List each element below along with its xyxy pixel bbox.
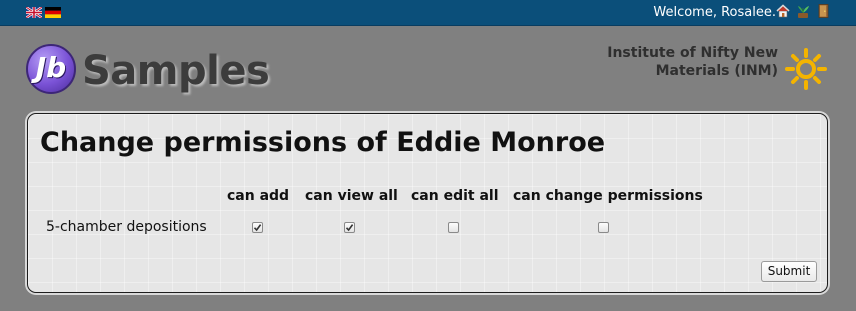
can-change-permissions-checkbox[interactable] bbox=[598, 222, 609, 233]
german-flag-icon[interactable] bbox=[45, 7, 61, 18]
column-header-can-edit-all: can edit all bbox=[411, 188, 499, 204]
sun-icon bbox=[785, 48, 827, 90]
top-bar: Welcome, Rosalee. bbox=[0, 0, 856, 26]
institute-name: Institute of Nifty New Materials (INM) bbox=[578, 44, 778, 80]
checkmark-icon bbox=[253, 224, 262, 232]
can-view-all-checkbox[interactable] bbox=[344, 222, 355, 233]
plants-icon[interactable] bbox=[795, 3, 811, 19]
permissions-panel: Change permissions of Eddie Monroe can a… bbox=[27, 113, 828, 293]
checkmark-icon bbox=[345, 224, 354, 232]
can-add-checkbox[interactable] bbox=[252, 222, 263, 233]
column-header-can-change-permissions: can change permissions bbox=[513, 188, 703, 204]
uk-flag-icon[interactable] bbox=[26, 7, 42, 18]
page-title: Change permissions of Eddie Monroe bbox=[40, 127, 606, 158]
home-icon[interactable] bbox=[775, 3, 791, 19]
logo-mark[interactable]: Jb bbox=[26, 44, 76, 94]
submit-button[interactable]: Submit bbox=[761, 261, 817, 282]
column-header-can-add: can add bbox=[227, 188, 290, 204]
welcome-text: Welcome, Rosalee. bbox=[653, 5, 776, 20]
column-header-can-view-all: can view all bbox=[305, 188, 398, 204]
institute-line1: Institute of Nifty New bbox=[607, 45, 778, 61]
row-label: 5-chamber depositions bbox=[46, 219, 207, 235]
institute-line2: Materials (INM) bbox=[655, 63, 778, 79]
can-edit-all-checkbox[interactable] bbox=[448, 222, 459, 233]
logo-text[interactable]: Samples bbox=[82, 45, 270, 97]
logout-door-icon[interactable] bbox=[815, 3, 831, 19]
